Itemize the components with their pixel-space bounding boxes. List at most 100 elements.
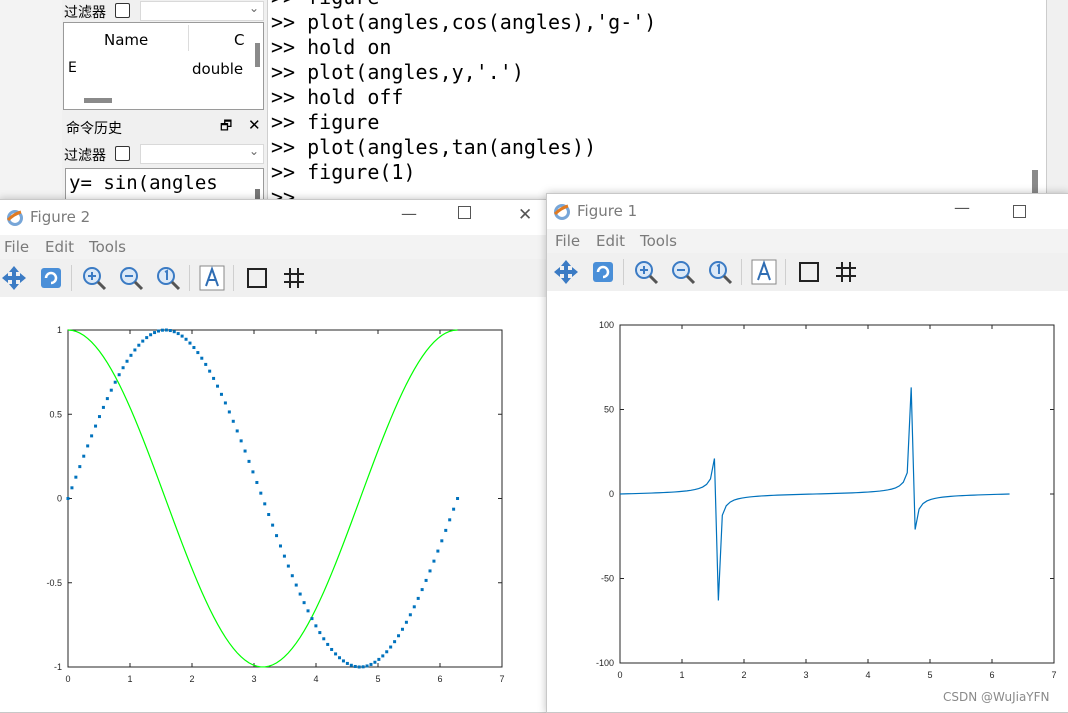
x-tick-label: 0 [65,674,70,684]
data-point [306,609,310,613]
zoom-in-icon[interactable] [80,264,108,292]
figure-2-chart[interactable]: 0 1 2 3 4 5 6 7 -1 -0.5 0 0.5 1 [0,297,547,712]
data-point [74,475,78,479]
pan-icon[interactable] [552,258,580,286]
x-tick-label: 0 [617,670,622,680]
data-point [153,331,157,335]
x-tick-label: 2 [741,670,746,680]
data-point [78,465,82,469]
column-header-class[interactable]: C [234,31,244,49]
command-history-list: y= sin(angles [65,168,264,202]
data-point [338,656,342,660]
data-point [432,559,436,563]
close-icon[interactable]: ✕ [518,205,532,225]
history-filter-checkbox[interactable] [115,146,130,161]
box-icon[interactable] [795,258,823,286]
title-bar[interactable]: Figure 2 — ✕ [0,200,547,234]
maximize-icon[interactable] [1013,205,1026,218]
console-line: >> plot(angles,tan(angles)) [271,135,597,159]
data-point [456,496,460,500]
maximize-icon[interactable] [458,206,471,219]
toolbar [547,253,1068,291]
zoom-reset-icon[interactable] [706,258,734,286]
data-point [267,513,271,517]
data-point [440,539,444,543]
x-tick-label: 7 [1051,670,1056,680]
data-point [137,343,141,347]
data-point [219,392,223,396]
data-point [160,328,164,332]
text-icon[interactable] [198,264,226,292]
box-icon[interactable] [243,264,271,292]
menu-edit[interactable]: Edit [596,232,625,250]
x-tick-label: 6 [989,670,994,680]
table-cell-name[interactable]: E [68,60,77,76]
text-icon[interactable] [750,258,778,286]
minimize-icon[interactable]: — [401,204,417,223]
x-tick-label: 5 [375,674,380,684]
history-panel-title: 命令历史 [66,121,122,137]
column-header-name[interactable]: Name [104,31,148,49]
menu-file[interactable]: File [555,232,580,250]
rotate-icon[interactable] [589,258,617,286]
minimize-icon[interactable]: — [954,198,970,217]
menu-tools[interactable]: Tools [89,238,126,256]
plot-area[interactable]: 0 1 2 3 4 5 6 7 -100 -50 0 50 100 [547,291,1068,712]
data-point [180,334,184,338]
data-point [424,578,428,582]
data-point [247,459,251,463]
toolbar [0,259,547,297]
data-point [97,415,101,419]
data-point [341,659,345,663]
data-point [389,645,393,649]
left-edge [0,0,62,200]
data-point [223,401,227,405]
console-line: >> plot(angles,y,'.') [271,60,524,84]
octave-logo-icon [553,204,570,220]
data-point [275,534,279,538]
x-tick-label: 7 [499,674,504,684]
window-title: Figure 2 [30,208,91,226]
zoom-out-icon[interactable] [669,258,697,286]
workspace-filter-checkbox[interactable] [115,3,130,18]
data-point [239,439,243,443]
menu-file[interactable]: File [4,238,29,256]
grid-icon[interactable] [280,264,308,292]
data-point [168,329,172,333]
title-bar[interactable]: Figure 1 — [547,194,1068,228]
workspace-horizontal-scrollbar[interactable] [84,98,112,103]
rotate-icon[interactable] [37,264,65,292]
history-filter-combo[interactable]: ⌄ [140,144,264,164]
figure-1-chart[interactable]: 0 1 2 3 4 5 6 7 -100 -50 0 50 100 [547,291,1068,712]
command-window[interactable]: >> figure >> plot(angles,cos(angles),'g-… [268,0,1047,209]
pan-icon[interactable] [0,264,28,292]
data-point [318,631,322,635]
series-line [67,329,458,668]
workspace-filter-label: 过滤器 [64,5,106,21]
plot-area[interactable]: 0 1 2 3 4 5 6 7 -1 -0.5 0 0.5 1 [0,297,547,712]
x-tick-label: 3 [803,670,808,680]
grid-icon[interactable] [832,258,860,286]
axes-box [67,329,503,668]
data-point [326,642,330,646]
data-point [381,654,385,658]
workspace-vertical-scrollbar[interactable] [255,43,260,67]
workspace-filter-combo[interactable]: ⌄ [140,1,264,21]
data-point [436,549,440,553]
history-entry[interactable]: y= sin(angles [69,172,218,194]
data-point [255,480,259,484]
data-point [227,410,231,414]
data-point [86,444,90,448]
console-line: >> figure [271,110,380,134]
data-point [125,359,129,363]
menu-edit[interactable]: Edit [45,238,74,256]
zoom-out-icon[interactable] [117,264,145,292]
undock-icon[interactable]: 🗗 [220,117,232,139]
data-point [416,596,420,600]
y-tick-label: 0 [609,489,614,499]
menu-tools[interactable]: Tools [640,232,677,250]
zoom-reset-icon[interactable] [154,264,182,292]
zoom-in-icon[interactable] [632,258,660,286]
data-point [109,388,113,392]
close-icon[interactable]: ✕ [248,116,261,134]
